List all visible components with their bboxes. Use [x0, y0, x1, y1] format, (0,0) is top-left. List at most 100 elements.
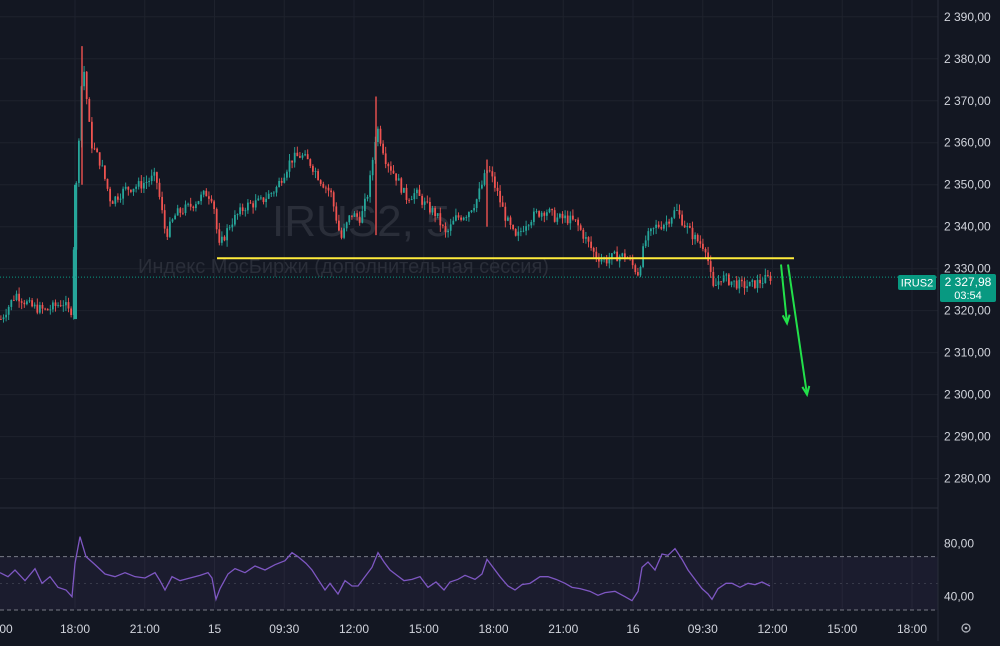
candle-body: [96, 148, 98, 153]
candle-body: [213, 201, 215, 210]
candle-body: [395, 173, 397, 181]
candle-body: [111, 201, 114, 204]
time-tick-label: 09:30: [688, 622, 718, 636]
candle-body: [673, 210, 676, 218]
candle-body: [590, 241, 592, 248]
candle-body: [236, 214, 239, 216]
candle-body: [231, 224, 234, 228]
settings-icon[interactable]: [961, 623, 971, 633]
candle-body: [738, 279, 741, 289]
candle-body: [704, 248, 707, 253]
candle-body: [104, 165, 106, 179]
candle-body: [291, 160, 293, 163]
candle-body: [314, 171, 317, 172]
candle-body: [572, 215, 574, 220]
candle-body: [202, 190, 205, 195]
candle-body: [436, 213, 439, 217]
candle-body: [41, 304, 44, 309]
candle-body: [325, 187, 327, 189]
candle-body: [678, 210, 681, 215]
candle-body: [756, 279, 759, 288]
candle-body: [241, 207, 244, 212]
candle-body: [741, 279, 743, 282]
candle-body: [101, 165, 104, 167]
time-tick-label: 15:00: [827, 622, 857, 636]
candle-body: [197, 201, 200, 205]
candle-body: [761, 283, 764, 284]
price-tick-label: 2 360,00: [944, 136, 991, 150]
candle-body: [655, 224, 657, 228]
candle-body: [127, 186, 130, 190]
time-tick-label: 15:00: [409, 622, 439, 636]
candle-body: [332, 192, 335, 207]
candle-body: [751, 280, 754, 282]
candle-body: [670, 217, 673, 224]
candle-body: [431, 208, 434, 213]
candle-body: [540, 212, 543, 217]
candle-body: [286, 171, 288, 178]
candle-body: [442, 225, 444, 227]
candle-body: [44, 308, 46, 310]
candle-body: [234, 214, 236, 225]
candle-body: [587, 237, 590, 242]
candle-body: [106, 178, 109, 189]
candle-body: [512, 224, 514, 230]
arrow-annotations[interactable]: [780, 264, 811, 398]
candle-body: [187, 203, 189, 205]
arrow-shaft[interactable]: [787, 264, 808, 395]
candle-body: [382, 143, 384, 154]
candle-body: [473, 208, 475, 211]
candle-body: [179, 208, 182, 213]
candle-body: [26, 301, 28, 305]
candle-body: [296, 152, 299, 157]
price-tick-label: 2 390,00: [944, 10, 991, 24]
candle-body: [455, 215, 457, 221]
candle-body: [218, 229, 221, 243]
candle-body: [418, 189, 421, 196]
time-axis[interactable]: 00 18:00 21:00 15 09:30 12:00 15:00 18:00 21:00 1…: [0, 622, 927, 636]
price-chart[interactable]: IRUS2, 5 Индекс МосБиржи (дополнительная…: [0, 0, 1000, 641]
candle-body: [124, 186, 127, 189]
candle-body: [143, 183, 145, 189]
candle-body: [564, 215, 566, 219]
candle-body: [754, 280, 756, 288]
candle-body: [717, 281, 720, 285]
chart-canvas[interactable]: IRUS2, 5 Индекс МосБиржи (дополнительная…: [0, 0, 1000, 641]
candle-body: [109, 188, 111, 202]
price-axis[interactable]: 2 390,00 2 380,00 2 370,00 2 360,00 2 350,00…: [944, 10, 991, 486]
candle-body: [340, 230, 343, 238]
price-tick-label: 2 370,00: [944, 94, 991, 108]
candle-body: [280, 180, 283, 183]
candle-body: [119, 198, 122, 200]
candle-body: [189, 203, 192, 207]
candle-body: [299, 156, 301, 158]
candle-body: [421, 195, 423, 205]
candle-body: [457, 215, 460, 218]
candle-body: [205, 190, 208, 197]
candle-body: [148, 181, 150, 183]
candle-body: [2, 317, 5, 320]
time-tick-label: 00: [0, 622, 13, 636]
candle-body: [644, 240, 647, 247]
candle-body: [200, 194, 202, 202]
price-tick-label: 2 350,00: [944, 178, 991, 192]
candle-body: [522, 230, 525, 232]
candle-body: [501, 202, 504, 207]
candle-body: [722, 275, 725, 282]
candle-body: [709, 261, 712, 272]
candle-body: [699, 241, 702, 244]
candle-body: [720, 281, 722, 283]
candle-body: [743, 281, 746, 289]
time-tick-label: 21:00: [548, 622, 578, 636]
candle-body: [275, 187, 278, 193]
candle-body: [221, 236, 223, 243]
candle-body: [631, 259, 634, 266]
candle-body: [176, 208, 179, 216]
candle-body: [267, 193, 270, 199]
candle-body: [10, 299, 13, 307]
candle-body: [31, 300, 33, 307]
time-tick-label: 12:00: [339, 622, 369, 636]
arrow-shaft[interactable]: [780, 264, 788, 324]
candle-body: [767, 275, 769, 276]
candle-body: [416, 189, 418, 194]
